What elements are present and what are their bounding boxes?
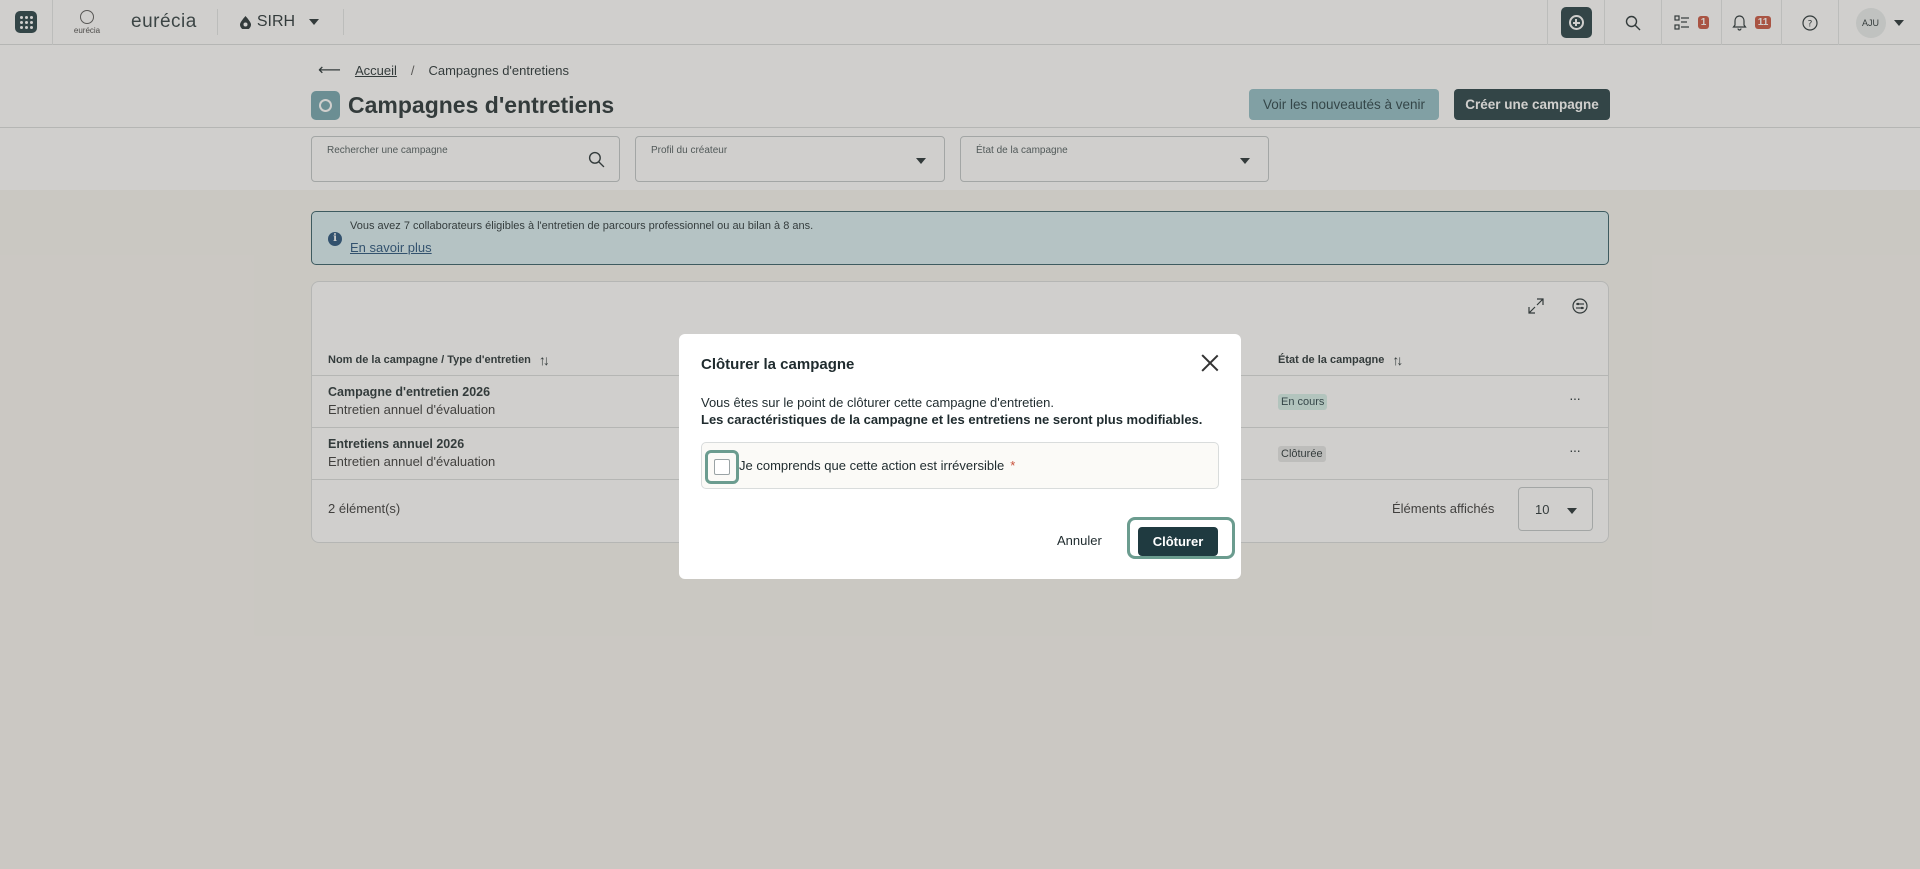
confirm-close-button[interactable]: Clôturer — [1138, 527, 1218, 556]
confirmation-checkbox[interactable] — [714, 459, 730, 475]
dialog-message: Vous êtes sur le point de clôturer cette… — [701, 395, 1054, 410]
cancel-button[interactable]: Annuler — [1057, 533, 1102, 548]
dialog-warning: Les caractéristiques de la campagne et l… — [701, 412, 1203, 427]
checkbox-label-text: Je comprends que cette action est irréve… — [739, 458, 1005, 473]
close-icon[interactable] — [1201, 354, 1219, 372]
dialog-title: Clôturer la campagne — [701, 356, 855, 373]
required-mark: * — [1010, 458, 1016, 473]
close-campaign-dialog: Clôturer la campagne Vous êtes sur le po… — [679, 334, 1241, 579]
confirmation-checkbox-label[interactable]: Je comprends que cette action est irréve… — [739, 458, 1015, 473]
confirmation-checkbox-field[interactable]: Je comprends que cette action est irréve… — [701, 442, 1219, 489]
